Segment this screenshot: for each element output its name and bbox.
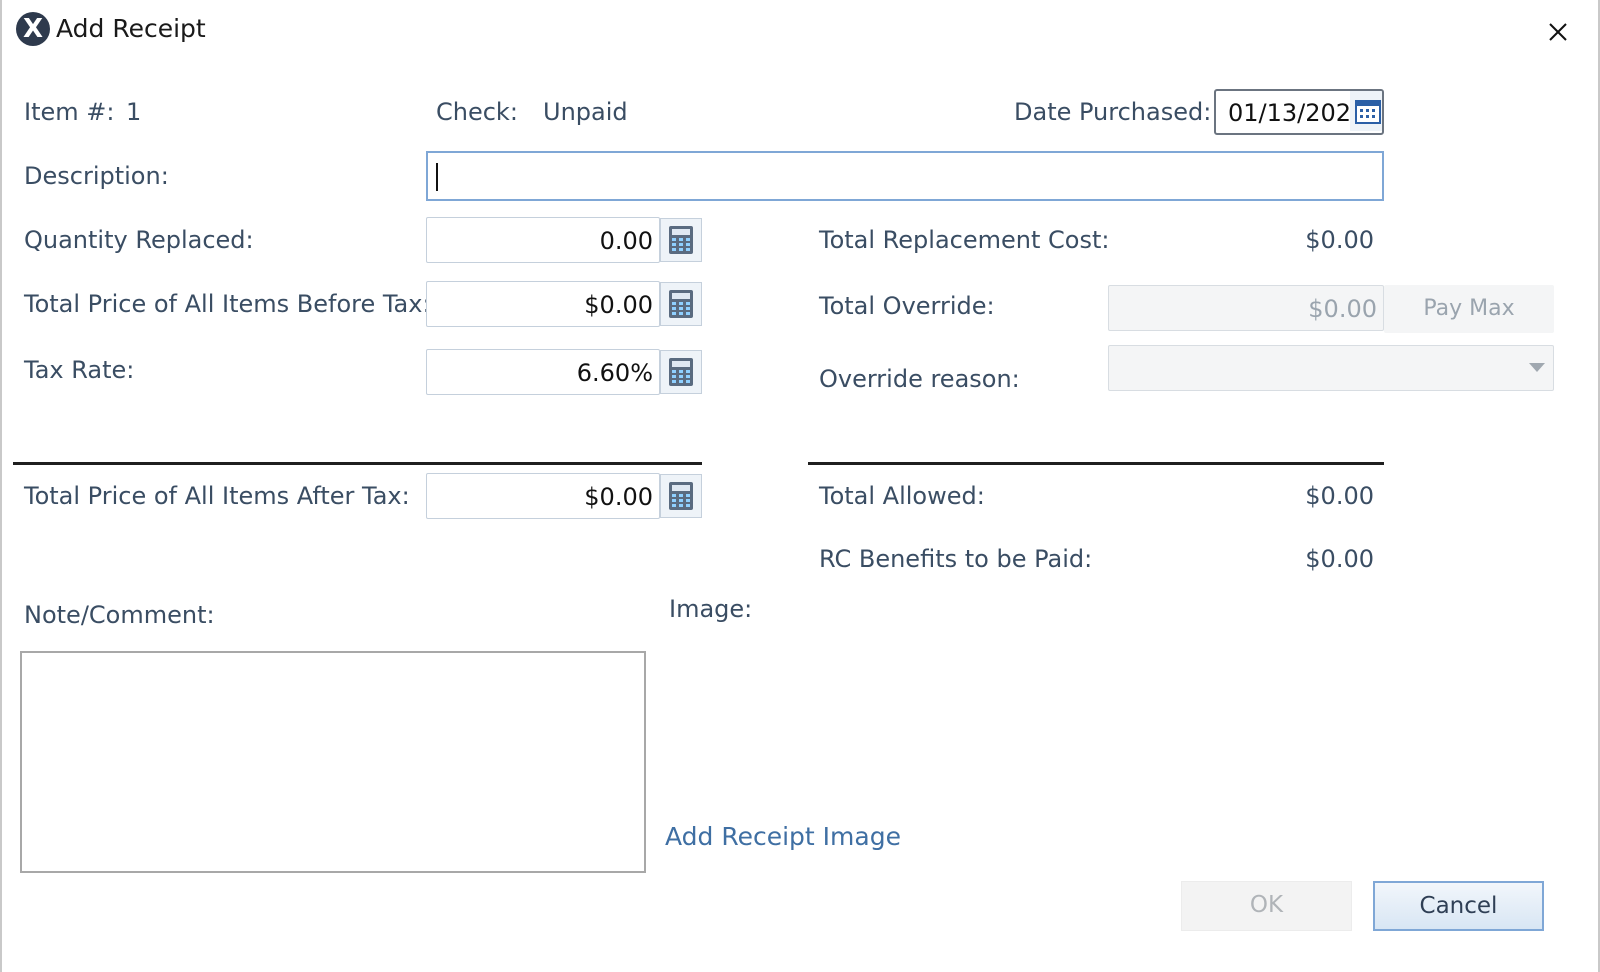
ok-button[interactable]: OK <box>1181 881 1352 931</box>
close-icon <box>1549 23 1567 41</box>
date-purchased-value: 01/13/2025 <box>1228 99 1350 127</box>
override-reason-select[interactable] <box>1108 345 1554 391</box>
note-comment-textarea[interactable] <box>20 651 646 873</box>
tax-rate-label: Tax Rate: <box>24 356 135 384</box>
date-purchased-label: Date Purchased: <box>1014 98 1212 126</box>
total-after-tax-input[interactable]: $0.00 <box>426 473 660 519</box>
add-receipt-image-link[interactable]: Add Receipt Image <box>665 822 901 851</box>
quantity-replaced-label: Quantity Replaced: <box>24 226 254 254</box>
total-allowed-label: Total Allowed: <box>819 482 985 510</box>
calendar-icon <box>1355 100 1381 124</box>
calendar-button[interactable] <box>1350 91 1382 131</box>
text-caret <box>436 163 438 191</box>
total-before-tax-label: Total Price of All Items Before Tax: <box>24 290 431 318</box>
left-divider <box>13 462 702 465</box>
note-comment-label: Note/Comment: <box>24 601 215 629</box>
cancel-button[interactable]: Cancel <box>1373 881 1544 931</box>
total-after-tax-label: Total Price of All Items After Tax: <box>24 482 410 510</box>
description-input[interactable] <box>426 151 1384 201</box>
total-before-tax-input[interactable]: $0.00 <box>426 281 660 327</box>
override-reason-label: Override reason: <box>819 365 1020 393</box>
tax-rate-calculator-button[interactable] <box>660 350 702 394</box>
total-override-label: Total Override: <box>819 292 995 320</box>
total-allowed-value: $0.00 <box>1305 482 1374 510</box>
date-purchased-field[interactable]: 01/13/2025 <box>1214 89 1384 135</box>
dialog-title: Add Receipt <box>56 14 206 43</box>
description-label: Description: <box>24 162 169 190</box>
total-replacement-cost-value: $0.00 <box>1305 226 1374 254</box>
calculator-icon <box>669 290 693 318</box>
calculator-icon <box>669 358 693 386</box>
dropdown-arrow-icon <box>1529 363 1545 372</box>
rc-benefits-value: $0.00 <box>1305 545 1374 573</box>
right-divider <box>808 462 1384 465</box>
before-tax-calculator-button[interactable] <box>660 282 702 326</box>
pay-max-button[interactable]: Pay Max <box>1384 285 1554 333</box>
rc-benefits-label: RC Benefits to be Paid: <box>819 545 1093 573</box>
check-value: Unpaid <box>543 98 628 126</box>
tax-rate-input[interactable]: 6.60% <box>426 349 660 395</box>
item-number-value: 1 <box>126 98 142 126</box>
after-tax-calculator-button[interactable] <box>660 474 702 518</box>
app-logo-icon: X <box>16 12 50 46</box>
close-button[interactable] <box>1538 12 1578 52</box>
total-override-input[interactable]: $0.00 <box>1108 285 1384 331</box>
total-replacement-cost-label: Total Replacement Cost: <box>819 226 1110 254</box>
quantity-replaced-input[interactable]: 0.00 <box>426 217 660 263</box>
quantity-calculator-button[interactable] <box>660 218 702 262</box>
dialog-border-left <box>0 0 2 972</box>
calculator-icon <box>669 482 693 510</box>
check-label: Check: <box>436 98 518 126</box>
item-number-label: Item #: <box>24 98 115 126</box>
calculator-icon <box>669 226 693 254</box>
image-label: Image: <box>669 595 753 623</box>
